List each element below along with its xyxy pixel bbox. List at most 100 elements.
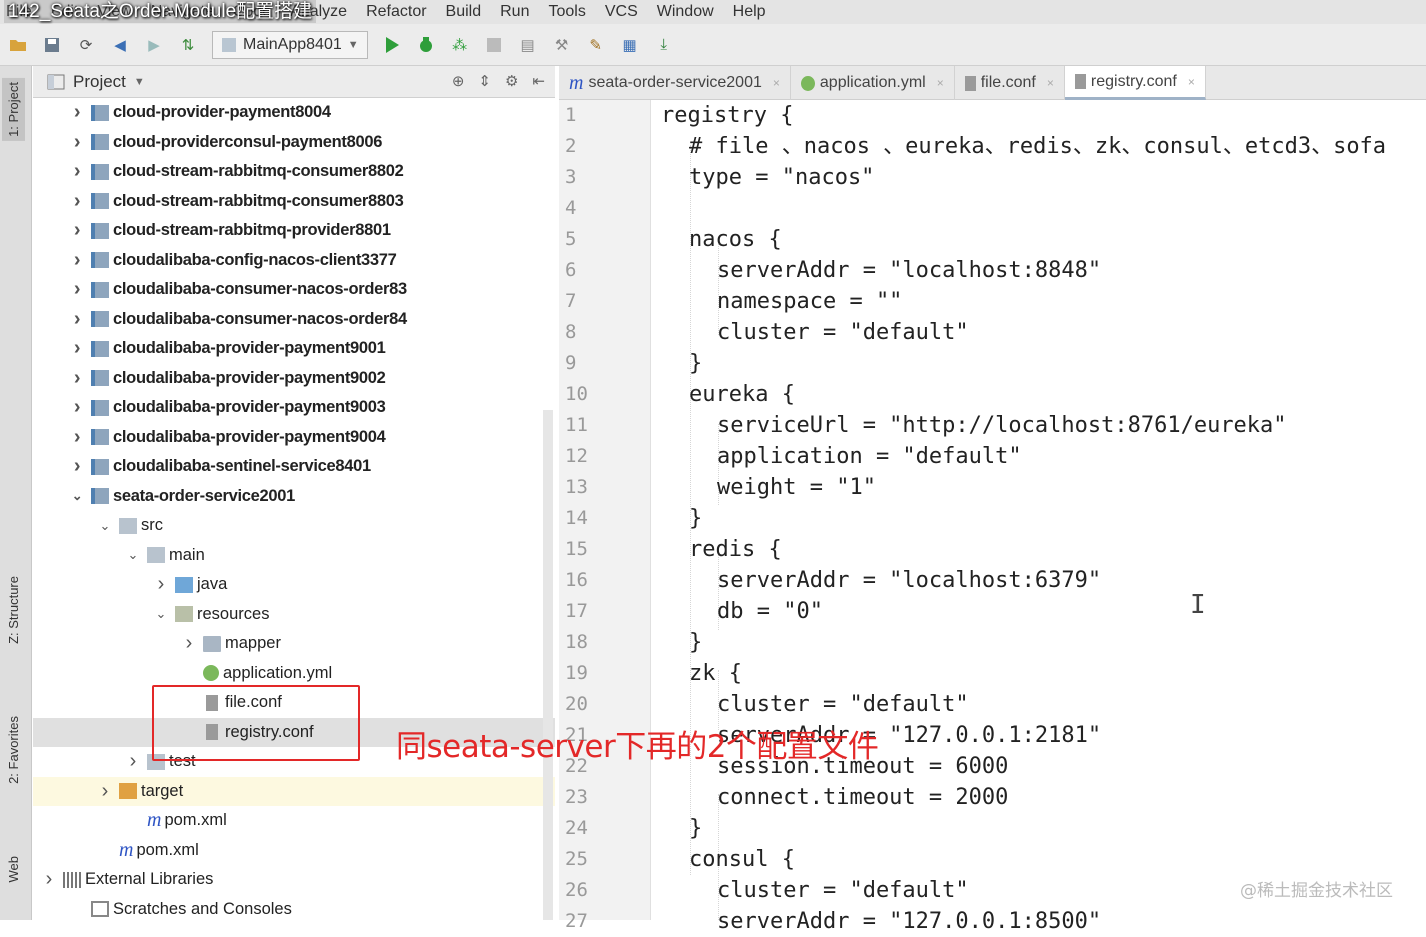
tree-item[interactable]: › cloud-stream-rabbitmq-provider8801 [33, 216, 555, 245]
coverage-icon[interactable]: ⁂ [450, 35, 470, 55]
expand-arrow-icon[interactable]: ⌄ [153, 606, 169, 622]
menu-item-vcs[interactable]: VCS [605, 3, 638, 21]
tree-item[interactable]: › java [33, 570, 555, 599]
menu-item-tools[interactable]: Tools [548, 3, 585, 21]
editor-tab[interactable]: application.yml × [791, 66, 955, 100]
project-panel-title[interactable]: Project [73, 72, 126, 92]
stop-icon[interactable] [484, 35, 504, 55]
back-arrow-icon[interactable]: ◀ [110, 35, 130, 55]
tree-item[interactable]: › mapper [33, 629, 555, 658]
forward-arrow-icon[interactable]: ▶ [144, 35, 164, 55]
run-icon[interactable] [382, 35, 402, 55]
sync-icon[interactable]: ⟳ [76, 35, 96, 55]
collapse-arrow-icon[interactable]: › [153, 573, 169, 596]
code-editor[interactable]: 1 2 3 4 5 6 7 8 9 10 11 12 13 14 15 16 17 18 19 20 21 22 23 24 2… [559, 100, 1426, 934]
collapse-arrow-icon[interactable]: › [97, 780, 113, 803]
collapse-arrow-icon[interactable]: › [69, 278, 85, 301]
menu-item-window[interactable]: Window [657, 3, 714, 21]
locate-icon[interactable]: ⊕ [452, 72, 465, 90]
collapse-arrow-icon[interactable]: › [69, 160, 85, 183]
hammer-icon[interactable]: ⚒ [552, 35, 572, 55]
hide-panel-icon[interactable]: ⇤ [532, 72, 545, 90]
collapse-arrow-icon[interactable]: › [69, 219, 85, 242]
settings-wrench-icon[interactable]: ✎ [586, 35, 606, 55]
tree-item[interactable]: › cloud-stream-rabbitmq-consumer8802 [33, 157, 555, 186]
menu-item-help[interactable]: Help [733, 3, 766, 21]
close-icon[interactable]: × [773, 76, 780, 90]
vcs-update-icon[interactable]: ⤓ [654, 35, 674, 55]
tree-item[interactable]: › cloudalibaba-sentinel-service8401 [33, 452, 555, 481]
collapse-arrow-icon[interactable]: › [69, 190, 85, 213]
close-icon[interactable]: × [1047, 76, 1054, 90]
web-tool-tab[interactable]: Web [6, 856, 21, 883]
menu-item-build[interactable]: Build [446, 3, 482, 21]
tree-item[interactable]: ⌄ resources [33, 600, 555, 629]
collapse-all-icon[interactable]: ⇕ [478, 72, 491, 90]
collapse-arrow-icon[interactable]: › [69, 337, 85, 360]
tree-item[interactable]: › cloudalibaba-provider-payment9001 [33, 334, 555, 363]
favorites-tool-tab[interactable]: 2: Favorites [6, 716, 21, 784]
tree-item[interactable]: › cloudalibaba-consumer-nacos-order83 [33, 275, 555, 304]
menu-item-navigate[interactable]: Navigate [151, 3, 214, 21]
collapse-arrow-icon[interactable]: › [69, 249, 85, 272]
editor-tab[interactable]: file.conf × [955, 66, 1065, 100]
run-config-select[interactable]: MainApp8401 ▼ [212, 30, 368, 59]
collapse-arrow-icon[interactable]: › [69, 308, 85, 331]
tree-item[interactable]: › cloudalibaba-provider-payment9003 [33, 393, 555, 422]
collapse-arrow-icon[interactable]: › [69, 426, 85, 449]
gear-icon[interactable]: ⚙ [505, 72, 518, 90]
tree-item[interactable]: ⌄ main [33, 541, 555, 570]
menu-item-run[interactable]: Run [500, 3, 529, 21]
menu-item-view[interactable]: View [97, 3, 131, 21]
expand-arrow-icon[interactable]: ⌄ [97, 518, 113, 534]
tree-item[interactable]: › cloudalibaba-provider-payment9004 [33, 423, 555, 452]
menu-item-analyze[interactable]: Analyze [290, 3, 347, 21]
editor-tab[interactable]: registry.conf × [1064, 66, 1206, 100]
tree-item[interactable]: › cloudalibaba-consumer-nacos-order84 [33, 305, 555, 334]
project-tool-tab[interactable]: 1: Project [2, 78, 25, 141]
build-icon[interactable]: ⇅ [178, 35, 198, 55]
tree-item[interactable]: › External Libraries [33, 865, 555, 894]
collapse-arrow-icon[interactable]: › [69, 455, 85, 478]
collapse-arrow-icon[interactable]: › [41, 868, 57, 891]
tree-scrollbar[interactable] [543, 410, 553, 920]
expand-arrow-icon[interactable]: ⌄ [69, 488, 85, 504]
expand-arrow-icon[interactable]: ⌄ [125, 547, 141, 563]
tree-item[interactable]: m pom.xml [33, 836, 555, 865]
menu-item-refactor[interactable]: Refactor [366, 3, 426, 21]
close-icon[interactable]: × [937, 76, 944, 90]
menu-item-code[interactable]: Code [233, 3, 271, 21]
build-project-icon[interactable]: ▤ [518, 35, 538, 55]
tree-item-label: cloudalibaba-consumer-nacos-order84 [113, 309, 407, 328]
editor-tab-label: application.yml [819, 74, 926, 91]
collapse-arrow-icon[interactable]: › [69, 101, 85, 124]
menu-item-file[interactable]: File [6, 3, 32, 21]
close-icon[interactable]: × [1188, 75, 1195, 89]
collapse-arrow-icon[interactable]: › [69, 367, 85, 390]
project-structure-icon[interactable]: ▦ [620, 35, 640, 55]
tree-item[interactable]: › target [33, 776, 555, 806]
tree-item[interactable]: › cloudalibaba-provider-payment9002 [33, 364, 555, 393]
structure-tool-tab[interactable]: Z: Structure [6, 576, 21, 644]
collapse-arrow-icon[interactable]: › [125, 750, 141, 773]
debug-icon[interactable] [416, 35, 436, 55]
save-icon[interactable] [42, 35, 62, 55]
tree-item[interactable]: › cloud-provider-payment8004 [33, 98, 555, 127]
menu-item-edit[interactable]: Edit [51, 3, 79, 21]
code-line: # file 、nacos 、eureka、redis、zk、consul、et… [689, 134, 1387, 159]
tree-item[interactable]: › cloudalibaba-config-nacos-client3377 [33, 246, 555, 275]
tree-item[interactable]: application.yml [33, 659, 555, 688]
tree-item[interactable]: ⌄ seata-order-service2001 [33, 482, 555, 511]
open-folder-icon[interactable] [8, 35, 28, 55]
tree-item[interactable]: m pom.xml [33, 806, 555, 835]
collapse-arrow-icon[interactable]: › [69, 131, 85, 154]
tree-item[interactable]: › cloud-stream-rabbitmq-consumer8803 [33, 187, 555, 216]
editor-tab[interactable]: m seata-order-service2001 × [559, 66, 791, 100]
tree-item[interactable]: › cloud-providerconsul-payment8006 [33, 128, 555, 157]
tree-item[interactable]: Scratches and Consoles [33, 895, 555, 921]
project-view-dropdown-icon[interactable]: ▼ [134, 76, 145, 88]
collapse-arrow-icon[interactable]: › [69, 396, 85, 419]
code-line: nacos { [689, 227, 782, 252]
tree-item[interactable]: ⌄ src [33, 511, 555, 540]
collapse-arrow-icon[interactable]: › [181, 632, 197, 655]
